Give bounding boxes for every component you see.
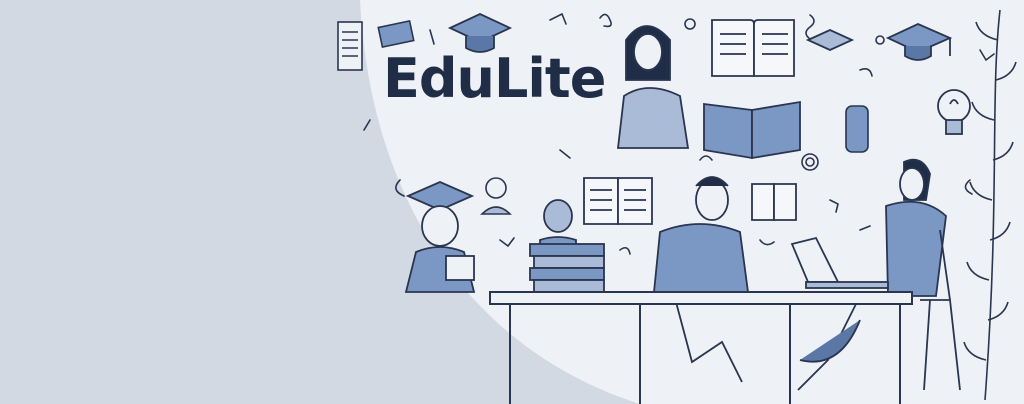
hero-banner: EduLite — [0, 0, 1024, 404]
book-stack-icon — [529, 243, 605, 293]
notebook-icon — [337, 21, 363, 71]
open-book-icon — [751, 183, 797, 221]
open-book-icon — [711, 19, 795, 77]
reader-with-book — [703, 100, 801, 160]
open-book-icon — [583, 177, 653, 225]
backpack-icon — [845, 105, 869, 153]
brand-logo-text: EduLite — [383, 47, 606, 110]
